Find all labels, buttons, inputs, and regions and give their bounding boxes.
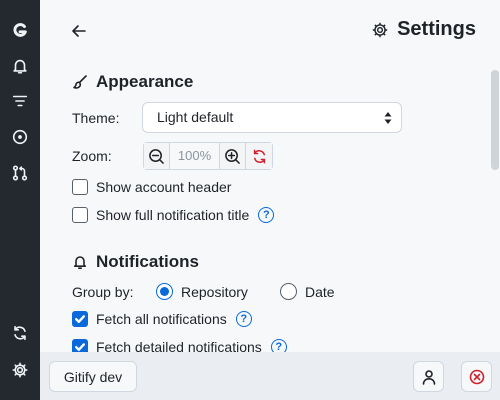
- appearance-heading-text: Appearance: [96, 72, 194, 91]
- page-title-text: Settings: [397, 18, 476, 40]
- help-icon[interactable]: ?: [235, 311, 252, 327]
- fetch-all-label: Fetch all notifications: [96, 311, 227, 327]
- appearance-heading: Appearance: [72, 72, 193, 92]
- checkmark-icon: [75, 315, 85, 323]
- theme-select-value: Light default: [157, 109, 234, 125]
- refresh-icon[interactable]: [10, 323, 30, 343]
- settings-panel: Settings Appearance Theme: Light default…: [40, 0, 500, 352]
- scrollbar-thumb[interactable]: [491, 70, 499, 170]
- notifications-heading-text: Notifications: [96, 252, 199, 271]
- theme-select[interactable]: Light default: [142, 102, 402, 133]
- help-icon[interactable]: ?: [270, 339, 287, 352]
- help-icon[interactable]: ?: [258, 207, 275, 223]
- show-full-title-checkbox[interactable]: [72, 207, 88, 223]
- footer: Gitify dev: [40, 352, 500, 400]
- bell-icon[interactable]: [10, 56, 30, 76]
- zoom-out-icon: [149, 148, 164, 164]
- scrollbar[interactable]: [490, 60, 500, 352]
- issue-icon[interactable]: [10, 127, 30, 147]
- reset-zoom-button[interactable]: [246, 143, 272, 169]
- back-button[interactable]: [70, 22, 88, 40]
- select-caret-icon: [384, 111, 392, 125]
- gitify-logo-icon[interactable]: [10, 20, 30, 40]
- zoom-in-icon: [225, 148, 240, 164]
- account-button[interactable]: Gitify dev: [49, 361, 137, 392]
- show-full-title-row[interactable]: Show full notification title ?: [72, 207, 275, 223]
- pull-request-icon[interactable]: [10, 163, 30, 183]
- theme-label: Theme:: [72, 110, 120, 126]
- show-account-header-row[interactable]: Show account header: [72, 179, 231, 195]
- fetch-all-checkbox[interactable]: [72, 311, 88, 327]
- accounts-button[interactable]: [413, 361, 444, 392]
- show-full-title-label: Show full notification title: [96, 207, 250, 223]
- group-by-repository-radio[interactable]: [156, 283, 173, 300]
- arrow-left-icon: [72, 25, 86, 37]
- zoom-controls: 100%: [143, 142, 273, 170]
- zoom-in-button[interactable]: [220, 143, 246, 169]
- reset-zoom-icon: [253, 149, 265, 163]
- paintbrush-icon: [73, 75, 87, 89]
- show-account-header-label: Show account header: [96, 179, 232, 195]
- gear-icon: [372, 22, 388, 37]
- group-by-label: Group by:: [72, 283, 134, 300]
- group-by-date-radio[interactable]: [280, 283, 297, 300]
- group-by-repository-label: Repository: [181, 283, 248, 300]
- zoom-level: 100%: [170, 143, 220, 169]
- sidebar: [0, 0, 40, 400]
- quit-button[interactable]: [461, 361, 492, 392]
- show-account-header-checkbox[interactable]: [72, 179, 88, 195]
- group-by-date-label: Date: [305, 283, 335, 300]
- page-title: Settings: [371, 18, 476, 41]
- person-icon: [422, 369, 435, 385]
- gear-icon[interactable]: [10, 360, 30, 380]
- notifications-heading: Notifications: [72, 252, 199, 272]
- fetch-detailed-row[interactable]: Fetch detailed notifications ?: [72, 339, 287, 352]
- fetch-detailed-checkbox[interactable]: [72, 339, 88, 352]
- zoom-out-button[interactable]: [144, 143, 170, 169]
- fetch-detailed-label: Fetch detailed notifications: [96, 339, 262, 352]
- quit-icon: [469, 369, 484, 384]
- group-by-row: Group by: Repository Date: [72, 283, 335, 300]
- filter-icon[interactable]: [10, 91, 30, 111]
- checkmark-icon: [75, 343, 85, 351]
- fetch-all-row[interactable]: Fetch all notifications ?: [72, 311, 252, 327]
- zoom-label: Zoom:: [72, 148, 112, 164]
- bell-icon: [74, 256, 86, 269]
